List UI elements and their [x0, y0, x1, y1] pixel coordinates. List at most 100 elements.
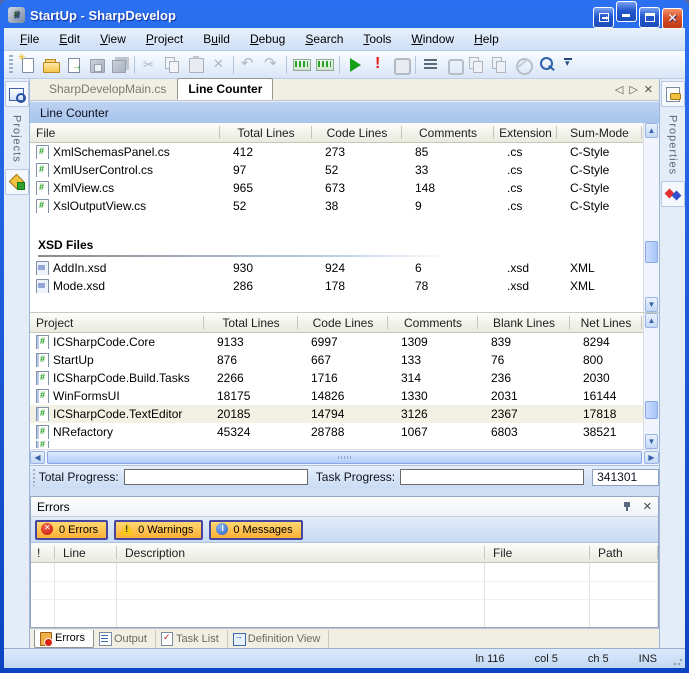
table-row[interactable]: XmlSchemasPanel.cs41227385.csC-Style	[30, 143, 643, 161]
next-bookmark-button[interactable]	[488, 54, 511, 76]
table-row[interactable]: XmlUserControl.cs975233.csC-Style	[30, 161, 643, 179]
column-header-project[interactable]: Project	[30, 313, 204, 332]
undo-button[interactable]	[237, 54, 260, 76]
column-header-total-lines[interactable]: Total Lines	[204, 313, 298, 332]
menu-item-build[interactable]: Build	[193, 29, 240, 49]
projects-table-scrollbar[interactable]: ▲ ▼	[643, 313, 659, 449]
column-header-total-lines[interactable]: Total Lines	[220, 123, 312, 142]
table-row[interactable]	[30, 441, 643, 448]
errors-column-severity[interactable]: !	[31, 543, 55, 562]
scroll-up-button[interactable]: ▲	[645, 123, 658, 138]
menu-item-edit[interactable]: Edit	[49, 29, 90, 49]
menu-item-debug[interactable]: Debug	[240, 29, 295, 49]
scroll-down-button[interactable]: ▼	[645, 434, 658, 449]
table-row[interactable]: XslOutputView.cs52389.csC-Style	[30, 197, 643, 215]
table-row[interactable]: NRefactory45324287881067680338521	[30, 423, 643, 441]
table-row[interactable]: AddIn.xsd9309246.xsdXML	[30, 259, 643, 277]
search-button[interactable]	[534, 54, 557, 76]
scroll-thumb[interactable]	[645, 241, 658, 263]
cut-button[interactable]	[138, 54, 161, 76]
messages-filter-button[interactable]: 0 Messages	[209, 520, 302, 540]
scroll-thumb[interactable]	[645, 401, 658, 419]
tab-sharpdevelopmain-cs[interactable]: SharpDevelopMain.cs	[38, 78, 177, 100]
menu-item-search[interactable]: Search	[295, 29, 353, 49]
column-header-file[interactable]: File	[30, 123, 220, 142]
abort-button[interactable]	[366, 54, 389, 76]
scroll-up-button[interactable]: ▲	[645, 313, 658, 328]
horizontal-scrollbar[interactable]: ◀ ▶	[30, 449, 659, 465]
tab-line-counter[interactable]: Line Counter	[177, 78, 273, 100]
copy-button[interactable]	[161, 54, 184, 76]
menu-item-project[interactable]: Project	[136, 29, 193, 49]
table-row[interactable]: WinFormsUI18175148261330203116144	[30, 387, 643, 405]
table-row[interactable]: StartUp87666713376800	[30, 351, 643, 369]
properties-tool-button[interactable]	[661, 81, 685, 107]
close-panel-button[interactable]: ✕	[643, 500, 652, 513]
errors-column-description[interactable]: Description	[117, 543, 485, 562]
scroll-left-button[interactable]: ◀	[30, 451, 45, 464]
tab-errors[interactable]: Errors	[34, 630, 94, 648]
save-button[interactable]	[85, 54, 108, 76]
errors-column-file[interactable]: File	[485, 543, 590, 562]
table-row[interactable]: ICSharpCode.Core9133699713098398294	[30, 333, 643, 351]
classes-tool-button[interactable]	[5, 169, 29, 195]
close-button[interactable]: ✕	[662, 8, 683, 29]
properties-strip-label[interactable]: Properties	[667, 115, 679, 175]
table-row[interactable]: ICSharpCode.TextEditor201851479431262367…	[30, 405, 643, 423]
save-all-button[interactable]	[108, 54, 131, 76]
prev-bookmark-button[interactable]	[465, 54, 488, 76]
open-file-button[interactable]	[39, 54, 62, 76]
toolbox-tool-button[interactable]	[661, 181, 685, 207]
errors-column-path[interactable]: Path	[590, 543, 658, 562]
column-header-net-lines[interactable]: Net Lines	[570, 313, 642, 332]
scroll-down-button[interactable]: ▼	[645, 297, 658, 312]
column-header-code-lines[interactable]: Code Lines	[312, 123, 402, 142]
errors-column-line[interactable]: Line	[55, 543, 117, 562]
bookmark-list-button[interactable]	[419, 54, 442, 76]
run-button[interactable]	[343, 54, 366, 76]
clear-bookmarks-button[interactable]	[511, 54, 534, 76]
column-header-code-lines[interactable]: Code Lines	[298, 313, 388, 332]
table-row[interactable]: XmlView.cs965673148.csC-Style	[30, 179, 643, 197]
menu-item-view[interactable]: View	[90, 29, 136, 49]
projects-tool-button[interactable]	[5, 81, 29, 107]
menu-item-tools[interactable]: Tools	[353, 29, 401, 49]
tab-task-list[interactable]: Task List	[156, 630, 228, 648]
menu-item-window[interactable]: Window	[401, 29, 464, 49]
next-tab-button[interactable]: ▷	[629, 83, 637, 96]
minimize-button[interactable]	[616, 1, 637, 22]
stop-button[interactable]	[389, 54, 412, 76]
delete-button[interactable]	[207, 54, 230, 76]
table-row[interactable]: Mode.xsd28617878.xsdXML	[30, 277, 643, 295]
column-header-extension[interactable]: Extension	[494, 123, 557, 142]
scroll-thumb[interactable]	[47, 451, 642, 464]
pin-icon[interactable]	[622, 501, 633, 512]
errors-filter-button[interactable]: 0 Errors	[35, 520, 108, 540]
overflow-button[interactable]	[557, 54, 580, 76]
menu-item-file[interactable]: File	[10, 29, 49, 49]
column-header-sum-mode[interactable]: Sum-Mode	[557, 123, 642, 142]
column-header-comments[interactable]: Comments	[388, 313, 478, 332]
title-bar[interactable]: # StartUp - SharpDevelop ✕	[4, 0, 685, 28]
files-table-scrollbar[interactable]: ▲ ▼	[643, 123, 659, 312]
redo-button[interactable]	[260, 54, 283, 76]
close-tab-button[interactable]: ✕	[644, 83, 653, 96]
scroll-right-button[interactable]: ▶	[644, 451, 659, 464]
save-as-button[interactable]	[62, 54, 85, 76]
prev-tab-button[interactable]: ◁	[615, 83, 623, 96]
build-button[interactable]	[290, 54, 313, 76]
table-row[interactable]: ICSharpCode.Build.Tasks22661716314236203…	[30, 369, 643, 387]
menu-item-help[interactable]: Help	[464, 29, 509, 49]
toggle-bookmark-button[interactable]	[442, 54, 465, 76]
rebuild-button[interactable]	[313, 54, 336, 76]
popout-button[interactable]	[593, 7, 614, 28]
column-header-comments[interactable]: Comments	[402, 123, 494, 142]
column-header-blank-lines[interactable]: Blank Lines	[478, 313, 570, 332]
resize-grip[interactable]	[673, 656, 683, 666]
warnings-filter-button[interactable]: 0 Warnings	[114, 520, 203, 540]
new-file-button[interactable]	[16, 54, 39, 76]
maximize-button[interactable]	[639, 7, 660, 28]
tab-output[interactable]: Output	[94, 630, 156, 648]
tab-definition-view[interactable]: Definition View	[228, 630, 330, 648]
paste-button[interactable]	[184, 54, 207, 76]
